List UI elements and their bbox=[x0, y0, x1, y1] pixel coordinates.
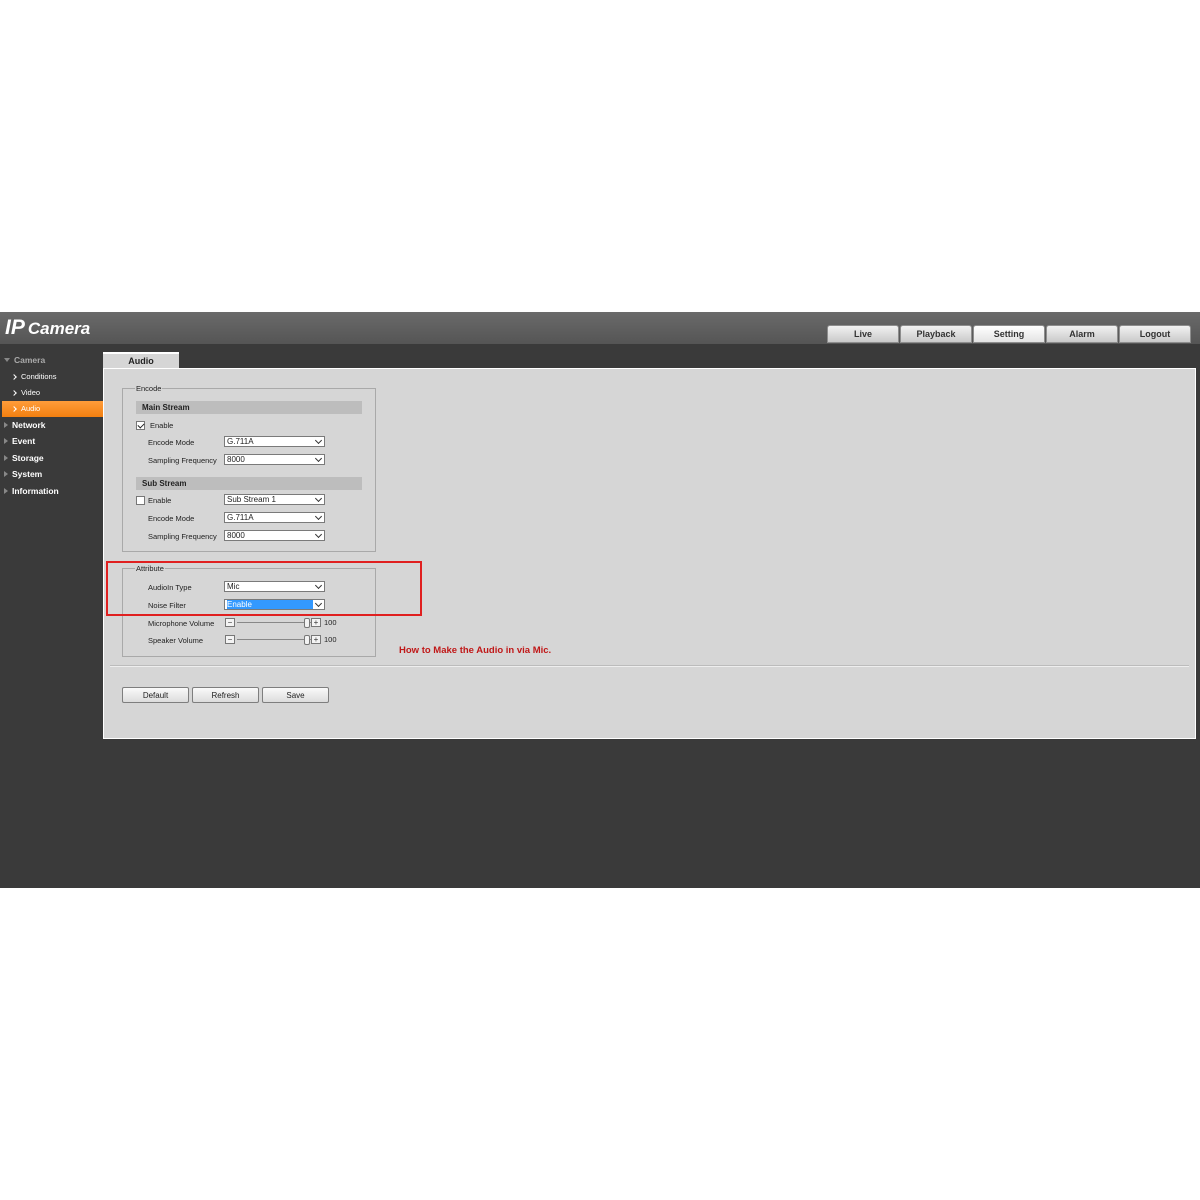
speaker-volume-value: 100 bbox=[324, 635, 337, 644]
encode-legend: Encode bbox=[136, 384, 162, 393]
main-sampling-value: 8000 bbox=[227, 455, 245, 464]
sidebar-item-conditions[interactable]: Conditions bbox=[0, 369, 103, 385]
ip-camera-logo: IP Camera bbox=[5, 316, 90, 340]
chevron-down-icon bbox=[313, 513, 324, 522]
mic-volume-plus-button[interactable]: + bbox=[311, 618, 321, 627]
mic-volume-thumb[interactable] bbox=[304, 618, 310, 628]
main-sampling-select[interactable]: 8000 bbox=[224, 454, 325, 465]
mic-volume-minus-button[interactable]: − bbox=[225, 618, 235, 627]
mic-volume-track[interactable] bbox=[237, 622, 311, 623]
page-tab-audio[interactable]: Audio bbox=[103, 352, 179, 368]
default-button[interactable]: Default bbox=[122, 687, 189, 703]
sidebar-group-storage[interactable]: Storage bbox=[0, 450, 103, 467]
sub-sampling-value: 8000 bbox=[227, 531, 245, 540]
main-encode-mode-label: Encode Mode bbox=[148, 438, 195, 447]
sub-stream-header: Sub Stream bbox=[136, 477, 362, 490]
sidebar-group-label: Camera bbox=[14, 355, 46, 366]
chevron-right-icon bbox=[11, 405, 17, 412]
sub-encode-mode-value: G.711A bbox=[227, 513, 254, 522]
sidebar: Camera Conditions Video Audio Network Ev… bbox=[0, 352, 103, 499]
chevron-down-icon bbox=[313, 495, 324, 504]
logo-ip-text: IP bbox=[5, 316, 25, 339]
sidebar-group-network[interactable]: Network bbox=[0, 417, 103, 434]
sub-encode-mode-select[interactable]: G.711A bbox=[224, 512, 325, 523]
chevron-right-icon bbox=[11, 373, 17, 380]
sidebar-group-label: Event bbox=[12, 436, 36, 447]
mic-volume-label: Microphone Volume bbox=[148, 619, 215, 628]
main-stream-header: Main Stream bbox=[136, 401, 362, 414]
tab-alarm[interactable]: Alarm bbox=[1046, 325, 1118, 343]
chevron-down-icon bbox=[313, 437, 324, 446]
tab-setting[interactable]: Setting bbox=[973, 325, 1045, 343]
mic-volume-value: 100 bbox=[324, 618, 337, 627]
tab-playback[interactable]: Playback bbox=[900, 325, 972, 343]
sidebar-item-label: Conditions bbox=[21, 372, 57, 381]
tab-logout[interactable]: Logout bbox=[1119, 325, 1191, 343]
main-encode-mode-select[interactable]: G.711A bbox=[224, 436, 325, 447]
speaker-volume-plus-button[interactable]: + bbox=[311, 635, 321, 644]
sub-sampling-select[interactable]: 8000 bbox=[224, 530, 325, 541]
audio-settings-panel: Encode Main Stream Enable Encode Mode G.… bbox=[103, 368, 1196, 739]
speaker-volume-label: Speaker Volume bbox=[148, 636, 204, 645]
triangle-right-icon bbox=[4, 454, 8, 461]
sidebar-group-event[interactable]: Event bbox=[0, 433, 103, 450]
annotation-highlight-box bbox=[106, 561, 422, 616]
sidebar-group-label: Storage bbox=[12, 452, 44, 463]
main-stream-enable-label: Enable bbox=[150, 421, 174, 430]
settings-content: Audio Encode Main Stream Enable Encode M… bbox=[103, 352, 1196, 740]
main-encode-mode-value: G.711A bbox=[227, 437, 254, 446]
speaker-volume-minus-button[interactable]: − bbox=[225, 635, 235, 644]
sidebar-item-label: Audio bbox=[21, 404, 41, 413]
tab-live[interactable]: Live bbox=[827, 325, 899, 343]
mic-volume-slider[interactable]: − + 100 bbox=[225, 618, 340, 628]
save-button[interactable]: Save bbox=[262, 687, 329, 703]
sidebar-item-label: Video bbox=[21, 388, 41, 397]
triangle-right-icon bbox=[4, 471, 8, 478]
triangle-down-icon bbox=[4, 358, 10, 363]
sidebar-group-label: Network bbox=[12, 419, 46, 430]
sub-stream-select[interactable]: Sub Stream 1 bbox=[224, 494, 325, 505]
top-nav-tabs: Live Playback Setting Alarm Logout bbox=[827, 325, 1191, 343]
sidebar-group-information[interactable]: Information bbox=[0, 483, 103, 500]
refresh-button[interactable]: Refresh bbox=[192, 687, 259, 703]
sub-sampling-label: Sampling Frequency bbox=[148, 532, 217, 541]
sidebar-group-label: Information bbox=[12, 485, 59, 496]
chevron-down-icon bbox=[313, 455, 324, 464]
speaker-volume-thumb[interactable] bbox=[304, 635, 310, 645]
sub-stream-select-value: Sub Stream 1 bbox=[227, 495, 276, 504]
chevron-right-icon bbox=[11, 389, 17, 396]
sidebar-item-video[interactable]: Video bbox=[0, 385, 103, 401]
sidebar-group-camera[interactable]: Camera bbox=[0, 352, 103, 369]
chevron-down-icon bbox=[313, 531, 324, 540]
speaker-volume-slider[interactable]: − + 100 bbox=[225, 635, 340, 645]
panel-divider bbox=[110, 665, 1189, 667]
sub-stream-enable-checkbox[interactable] bbox=[136, 496, 145, 505]
main-sampling-label: Sampling Frequency bbox=[148, 456, 217, 465]
triangle-right-icon bbox=[4, 421, 8, 428]
header-bar: IP Camera Live Playback Setting Alarm Log… bbox=[0, 312, 1200, 344]
sub-stream-enable-label: Enable bbox=[148, 496, 172, 505]
sidebar-group-system[interactable]: System bbox=[0, 466, 103, 483]
sidebar-group-label: System bbox=[12, 469, 43, 480]
main-stream-enable-checkbox[interactable] bbox=[136, 421, 145, 430]
triangle-right-icon bbox=[4, 487, 8, 494]
logo-camera-text: Camera bbox=[27, 319, 91, 338]
annotation-text: How to Make the Audio in via Mic. bbox=[399, 645, 552, 656]
triangle-right-icon bbox=[4, 438, 8, 445]
sub-encode-mode-label: Encode Mode bbox=[148, 514, 195, 523]
speaker-volume-track[interactable] bbox=[237, 639, 311, 640]
sidebar-item-audio[interactable]: Audio bbox=[2, 400, 103, 417]
